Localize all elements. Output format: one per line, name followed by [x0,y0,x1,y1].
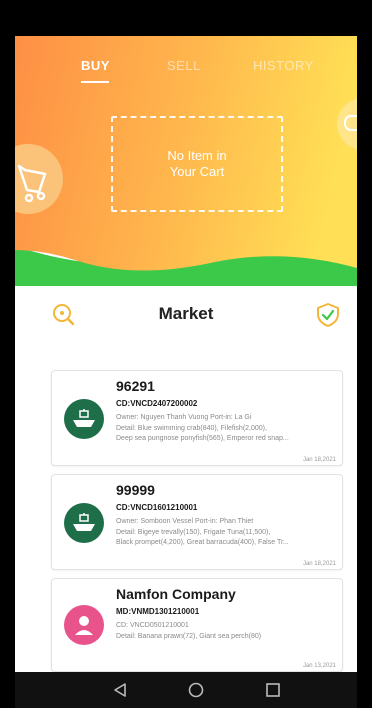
listing-owner: Owner: Somboon Vessel Port-in: Phan Thie… [116,518,254,525]
market-title: Market [158,304,214,323]
cart-badge [15,144,63,214]
tab-bar: BUY SELL HISTORY [15,58,357,88]
listing-body: Namfon Company MD:VNMD1301210001 CD: VNC… [116,585,336,642]
listing-detail-line1: Detail: Bigeye trevally(150), Frigate Tu… [116,529,271,536]
listing-owner: CD: VNCD0501210001 [116,622,189,629]
listing-card[interactable]: 99999 CD:VNCD1601210001 Owner: Somboon V… [51,474,343,570]
tab-buy[interactable]: BUY [81,58,110,73]
tab-history[interactable]: HISTORY [253,58,314,73]
active-tab-indicator [81,81,109,83]
market-header: Market [15,298,357,332]
vessel-icon [64,399,104,439]
price-tag-badge [337,98,357,150]
listing-title: Namfon Company [116,586,236,602]
listing-title: 96291 [116,378,155,394]
verified-shield-icon[interactable] [315,302,341,328]
listing-owner: Owner: Nguyen Thanh Vuong Port-in: La Gi [116,414,252,421]
listing-body: 99999 CD:VNCD1601210001 Owner: Somboon V… [116,481,336,548]
price-tag-icon [344,115,357,131]
vessel-icon [64,503,104,543]
listing-date: Jan 18,2021 [302,561,336,567]
listing-title: 99999 [116,482,155,498]
cart-hero: BUY SELL HISTORY No Item in Your Cart [15,36,357,286]
listing-detail-line1: Detail: Blue swimming crab(840), Filefis… [116,425,267,432]
empty-cart-text: No Item in Your Cart [167,148,227,179]
back-triangle-icon[interactable] [112,682,128,703]
empty-cart-dropzone[interactable]: No Item in Your Cart [111,116,283,212]
cart-icon [17,164,47,203]
tab-sell[interactable]: SELL [167,58,201,73]
listing-detail-line1: Detail: Banana prawn(72), Giant sea perc… [116,633,262,640]
listing-body: 96291 CD:VNCD2407200002 Owner: Nguyen Th… [116,377,336,444]
system-nav-bar [15,672,357,708]
recents-square-icon[interactable] [265,682,281,703]
listing-date: Jan 18,2021 [302,457,336,463]
app-screen: BUY SELL HISTORY No Item in Your Cart Ma… [15,36,357,672]
listing-date: Jan 13,2021 [302,663,336,669]
listing-detail-line2: Black prompet(4,200), Great barracuda(40… [116,539,289,546]
listing-card[interactable]: 96291 CD:VNCD2407200002 Owner: Nguyen Th… [51,370,343,466]
listing-detail-line2: Deep sea pungnose ponyfish(565), Emperor… [116,435,289,442]
home-circle-icon[interactable] [188,682,204,703]
listing-code: CD:VNCD2407200002 [116,399,198,408]
listing-card[interactable]: Namfon Company MD:VNMD1301210001 CD: VNC… [51,578,343,672]
person-icon [64,605,104,645]
listing-code: MD:VNMD1301210001 [116,607,200,616]
listing-code: CD:VNCD1601210001 [116,503,198,512]
